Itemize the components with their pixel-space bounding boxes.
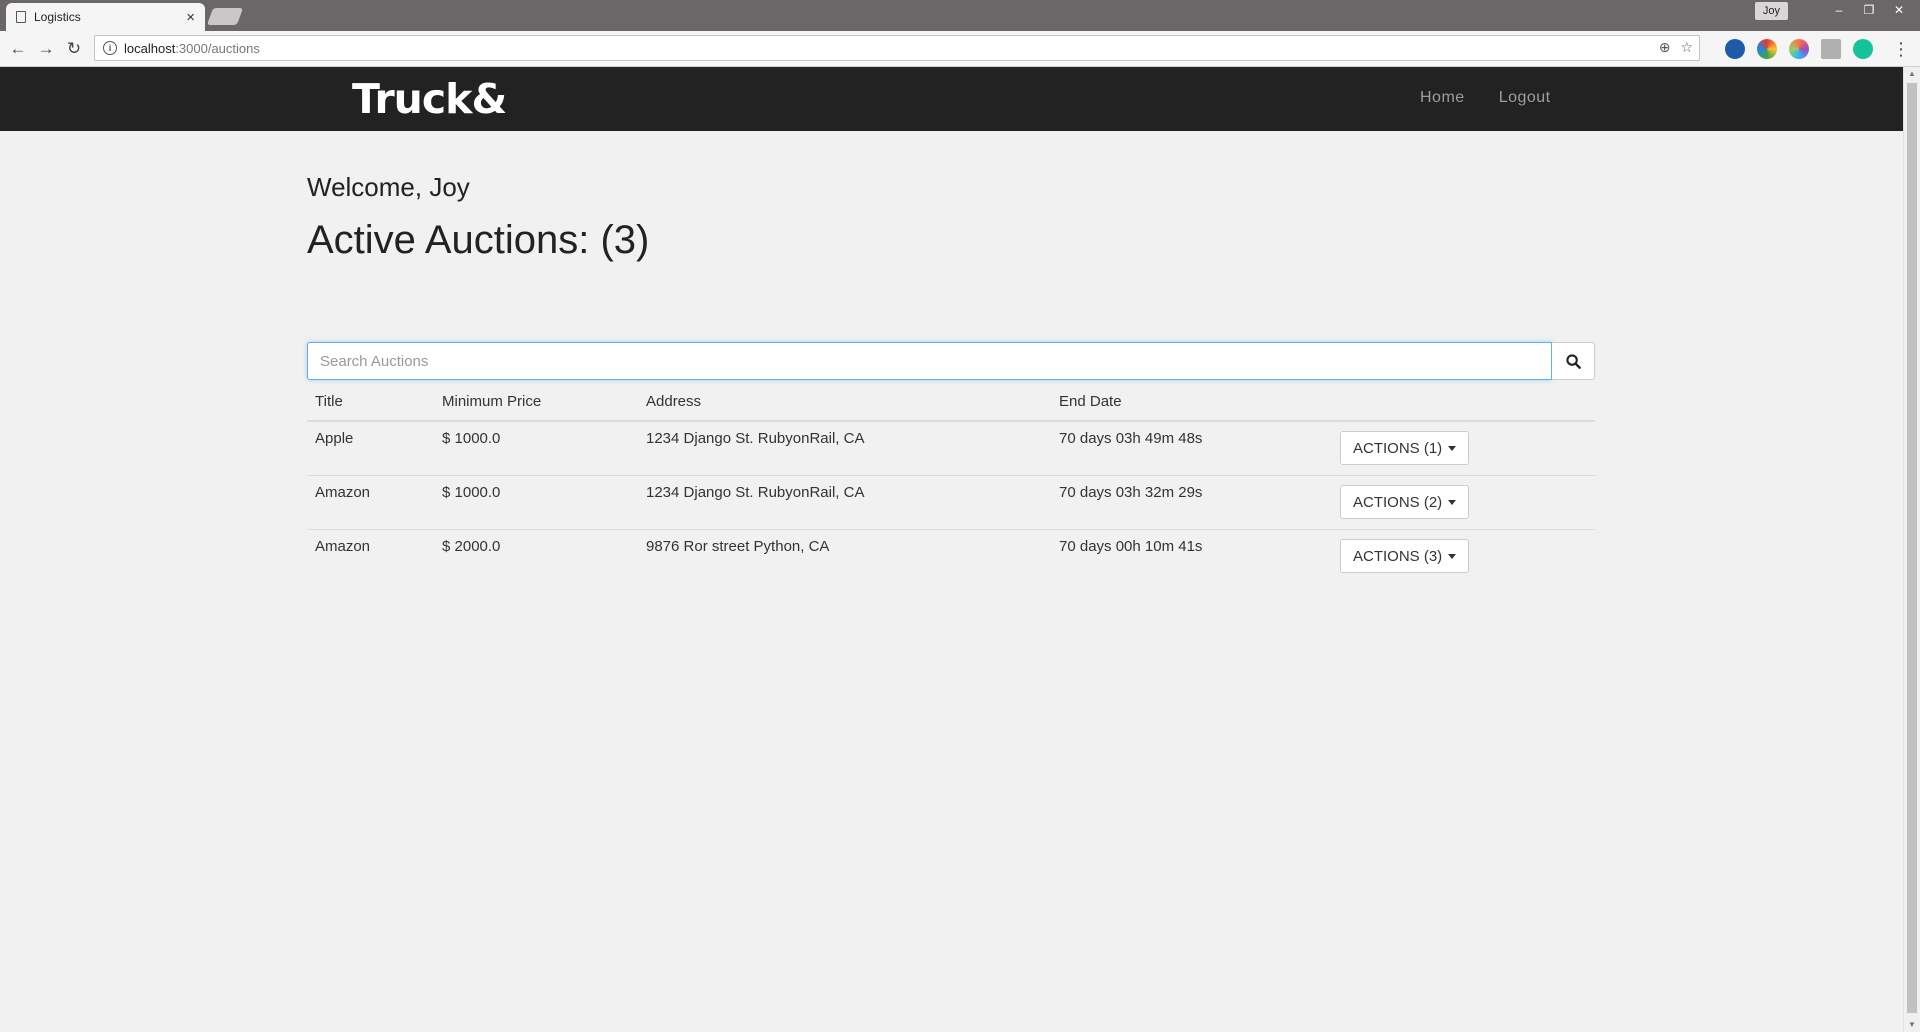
cell-price: $ 1000.0 — [434, 475, 638, 530]
url-host: localhost — [124, 40, 176, 56]
window-controls: – ❐ ✕ — [1824, 0, 1914, 20]
nav-home-link[interactable]: Home — [1420, 89, 1465, 107]
caret-down-icon — [1448, 499, 1457, 505]
cell-actions: ACTIONS (2) — [1332, 475, 1595, 530]
search-input[interactable] — [307, 342, 1552, 380]
header-minimum-price: Minimum Price — [434, 382, 638, 422]
cell-end-date: 70 days 00h 10m 41s — [1051, 529, 1332, 583]
auctions-table: Title Minimum Price Address End Date App… — [307, 382, 1595, 583]
table-header-row: Title Minimum Price Address End Date — [307, 382, 1595, 422]
restore-button[interactable]: ❐ — [1854, 0, 1884, 20]
search-icon — [1565, 353, 1581, 369]
site-navbar: Truck& Home Logout — [0, 67, 1903, 131]
cell-end-date: 70 days 03h 32m 29s — [1051, 475, 1332, 530]
scroll-up-icon[interactable]: ▲ — [1904, 67, 1920, 81]
info-icon[interactable]: i — [103, 41, 117, 55]
cell-end-date: 70 days 03h 49m 48s — [1059, 430, 1203, 447]
forward-arrow-icon[interactable]: → — [34, 37, 58, 61]
table-row: Amazon $ 2000.0 9876 Ror street Python, … — [307, 529, 1595, 583]
extension-icon[interactable] — [1821, 39, 1841, 59]
cell-price: $ 2000.0 — [434, 529, 638, 583]
tab-title: Logistics — [34, 10, 81, 24]
extension-icons — [1725, 39, 1873, 59]
search-button[interactable] — [1552, 342, 1595, 380]
cell-address: 1234 Django St. RubyonRail, CA — [638, 475, 1051, 530]
actions-dropdown-button[interactable]: ACTIONS (1) — [1340, 431, 1470, 465]
url-path: :3000/auctions — [175, 40, 260, 56]
header-address: Address — [638, 382, 1051, 422]
header-actions — [1332, 382, 1595, 422]
cell-address: 9876 Ror street Python, CA — [638, 529, 1051, 583]
actions-dropdown-button[interactable]: ACTIONS (3) — [1340, 539, 1470, 573]
grammarly-icon[interactable] — [1853, 39, 1873, 59]
bookmark-star-icon[interactable]: ☆ — [1680, 39, 1693, 56]
back-arrow-icon[interactable]: ← — [6, 37, 30, 61]
header-end-date: End Date — [1051, 382, 1332, 422]
browser-menu-icon[interactable]: ⋮ — [1892, 37, 1910, 61]
cell-title: Amazon — [307, 529, 434, 583]
address-bar[interactable]: i localhost:3000/auctions ⊕ ☆ — [94, 35, 1700, 61]
header-title: Title — [307, 382, 434, 422]
extension-icon[interactable] — [1757, 39, 1777, 59]
actions-label: ACTIONS (1) — [1353, 439, 1443, 457]
actions-dropdown-button[interactable]: ACTIONS (2) — [1340, 485, 1470, 519]
cell-price: $ 1000.0 — [442, 430, 501, 447]
tab-close-icon[interactable]: × — [186, 9, 195, 26]
extension-icon[interactable] — [1725, 39, 1745, 59]
actions-label: ACTIONS (2) — [1353, 493, 1443, 511]
page-viewport: Truck& Home Logout Welcome, Joy Active A… — [0, 67, 1903, 1032]
table-row: Amazon $ 1000.0 1234 Django St. RubyonRa… — [307, 475, 1595, 530]
minimize-button[interactable]: – — [1824, 0, 1854, 20]
scroll-down-icon[interactable]: ▼ — [1904, 1018, 1920, 1032]
zoom-icon[interactable]: ⊕ — [1659, 39, 1671, 56]
browser-tabstrip: Logistics × Joy – ❐ ✕ — [0, 0, 1920, 31]
reload-icon[interactable]: ↻ — [62, 37, 86, 61]
table-row: Apple $ 1000.0 1234 Django St. RubyonRai… — [307, 421, 1595, 476]
cell-title: Amazon — [307, 475, 434, 530]
scroll-thumb[interactable] — [1907, 83, 1917, 1013]
nav-logout-link[interactable]: Logout — [1499, 89, 1551, 107]
page-icon — [16, 11, 26, 23]
cell-address: 1234 Django St. RubyonRail, CA — [646, 430, 865, 447]
cell-actions: ACTIONS (3) — [1332, 529, 1595, 583]
page-title: Active Auctions: (3) — [307, 218, 650, 262]
new-tab-button[interactable] — [206, 8, 244, 25]
page-scrollbar[interactable]: ▲ ▼ — [1903, 67, 1920, 1032]
cell-actions: ACTIONS (1) — [1332, 421, 1595, 476]
close-window-button[interactable]: ✕ — [1884, 0, 1914, 20]
cell-title: Apple — [315, 430, 354, 447]
profile-button[interactable]: Joy — [1754, 2, 1788, 20]
browser-tab[interactable]: Logistics × — [6, 3, 205, 31]
caret-down-icon — [1448, 553, 1457, 559]
caret-down-icon — [1448, 445, 1457, 451]
welcome-heading: Welcome, Joy — [307, 172, 470, 202]
actions-label: ACTIONS (3) — [1353, 547, 1443, 565]
extension-icon[interactable] — [1789, 39, 1809, 59]
browser-toolbar: ← → ↻ i localhost:3000/auctions ⊕ ☆ ⋮ — [0, 31, 1920, 67]
brand-logo[interactable]: Truck& — [352, 75, 507, 123]
search-bar — [307, 342, 1595, 380]
